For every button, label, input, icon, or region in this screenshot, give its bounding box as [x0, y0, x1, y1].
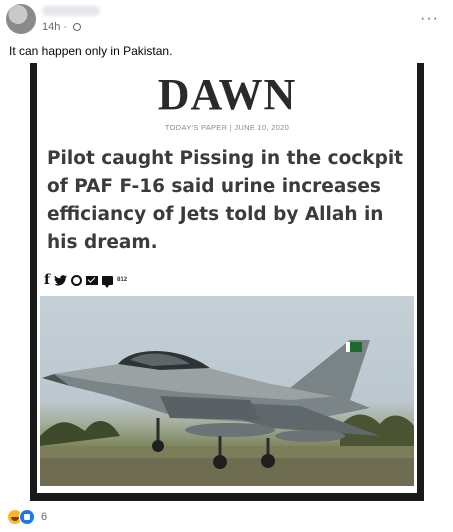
facebook-icon: f	[44, 272, 51, 288]
comment-icon	[102, 275, 114, 288]
reaction-summary[interactable]: 6	[7, 508, 47, 526]
globe-icon	[73, 23, 82, 31]
jet-illustration	[40, 340, 414, 486]
article-headline: Pilot caught Pissing in the cockpit of P…	[47, 148, 403, 253]
publication-logo: DAWN	[157, 70, 297, 119]
like-reaction-icon	[19, 509, 35, 525]
comment-count: 812	[117, 277, 128, 283]
post-header: 14h · ···	[0, 0, 453, 42]
post-caption: It can happen only in Pakistan.	[9, 44, 173, 58]
whatsapp-icon	[71, 274, 83, 286]
dateline: TODAY'S PAPER | JUNE 10, 2020	[164, 123, 290, 132]
more-options-icon[interactable]: ···	[420, 10, 439, 28]
fighter-jet-photo	[40, 296, 414, 486]
reaction-count[interactable]: 6	[41, 511, 47, 523]
author-name-blurred[interactable]	[42, 6, 100, 16]
avatar[interactable]	[6, 4, 36, 34]
twitter-icon	[54, 274, 68, 286]
post-meta: 14h ·	[42, 21, 82, 33]
share-bar: f 812	[44, 270, 127, 290]
meta-separator: ·	[63, 21, 68, 33]
email-icon	[86, 275, 99, 285]
post-time[interactable]: 14h	[42, 21, 60, 33]
